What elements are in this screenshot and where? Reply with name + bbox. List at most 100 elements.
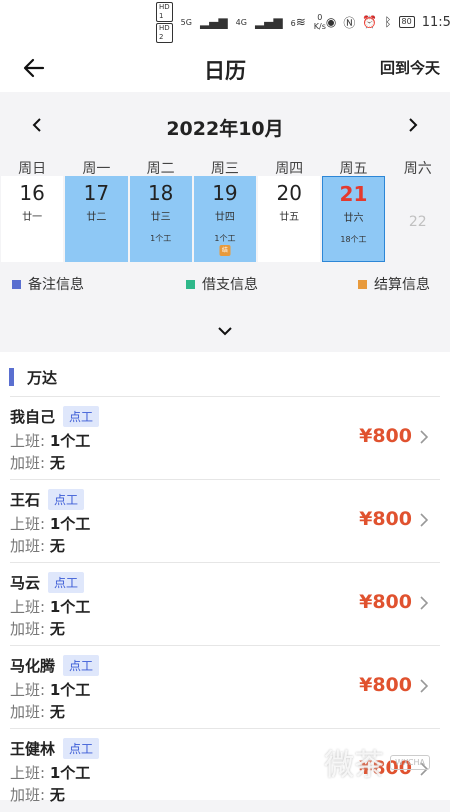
month-nav: 2022年10月 bbox=[0, 110, 450, 140]
list-item[interactable]: 马云 点工 上班: 1个工 加班: 无 ¥800 bbox=[0, 563, 450, 646]
signal-bars-icon: ▂▄▆ bbox=[254, 15, 283, 29]
loan-color-icon bbox=[186, 279, 195, 289]
expand-calendar-button[interactable] bbox=[210, 320, 240, 342]
legend-loan: 借支信息 bbox=[186, 274, 258, 294]
week-row: 16 廿一 17 廿二 18 廿三 1个工 19 廿四 1个工 结 20 廿五 … bbox=[0, 176, 450, 262]
day-cell-16[interactable]: 16 廿一 bbox=[0, 176, 64, 262]
note-color-icon bbox=[12, 279, 21, 289]
watermark: 微茶 WXCHA bbox=[324, 740, 430, 784]
day-number: 22 bbox=[408, 214, 427, 230]
section-accent bbox=[9, 368, 14, 386]
shift-label: 上班: bbox=[10, 432, 46, 450]
sim2-badge: HD 2 bbox=[156, 22, 173, 43]
overtime-label: 加班: bbox=[10, 620, 46, 638]
weekday-label: 周二 bbox=[146, 161, 175, 177]
weekday-label: 周日 bbox=[18, 161, 47, 177]
signal-4g-icon: 4G bbox=[235, 17, 247, 27]
weekday-label: 周六 bbox=[403, 161, 432, 177]
day-cell-17[interactable]: 17 廿二 bbox=[64, 176, 128, 262]
legend-note: 备注信息 bbox=[12, 274, 84, 294]
overtime-value: 无 bbox=[49, 703, 65, 721]
shift-value: 1个工 bbox=[49, 598, 91, 616]
list-item[interactable]: 我自己 点工 上班: 1个工 加班: 无 ¥800 bbox=[0, 397, 450, 480]
shift-value: 1个工 bbox=[49, 432, 91, 450]
app-header: 日历 回到今天 bbox=[0, 44, 450, 92]
signal-indicators: HD 1 HD 2 5G ▂▄▆ 4G ▂▄▆ 6≋ 0 K/s bbox=[156, 1, 326, 43]
day-number: 19 bbox=[212, 181, 238, 205]
watermark-box: WXCHA bbox=[390, 754, 430, 770]
overtime-value: 无 bbox=[49, 454, 65, 472]
worker-list: 万达 我自己 点工 上班: 1个工 加班: 无 ¥800 王石 点工 上班: 1… bbox=[0, 352, 450, 804]
back-to-today-button[interactable]: 回到今天 bbox=[380, 57, 440, 78]
work-type-badge: 点工 bbox=[63, 738, 100, 759]
settlement-tag: 结 bbox=[219, 245, 231, 256]
day-number: 18 bbox=[147, 181, 174, 205]
day-cell-20[interactable]: 20 廿五 bbox=[257, 176, 321, 262]
worker-name: 王石 bbox=[10, 491, 41, 509]
next-month-button[interactable] bbox=[398, 110, 428, 140]
work-count: 18个工 bbox=[340, 235, 367, 244]
legend-settlement: 结算信息 bbox=[358, 274, 430, 294]
shift-value: 1个工 bbox=[49, 681, 91, 699]
wage-amount: ¥800 bbox=[359, 674, 412, 696]
weekday-label: 周四 bbox=[275, 161, 304, 177]
sim1-badge: HD 1 bbox=[156, 1, 173, 22]
lunar-date: 廿五 bbox=[279, 212, 300, 223]
status-bar: HD 1 HD 2 5G ▂▄▆ 4G ▂▄▆ 6≋ 0 K/s ◉ Ⓝ ⏰ ᛒ… bbox=[0, 0, 450, 44]
watermark-text: 微茶 bbox=[324, 748, 385, 783]
lunar-date: 廿三 bbox=[150, 212, 171, 223]
bluetooth-icon: ᛒ bbox=[384, 15, 392, 29]
legend-label: 借支信息 bbox=[202, 277, 258, 293]
day-cell-21-selected[interactable]: 21 廿六 18个工 bbox=[321, 176, 385, 262]
overtime-line: 加班: 无 bbox=[10, 452, 65, 473]
overtime-line: 加班: 无 bbox=[10, 784, 65, 805]
day-number: 17 bbox=[83, 181, 110, 205]
shift-line: 上班: 1个工 bbox=[10, 430, 90, 451]
status-icons: ◉ Ⓝ ⏰ ᛒ 80 11:51 bbox=[326, 14, 450, 31]
work-count: 1个工 bbox=[214, 234, 236, 243]
legend: 备注信息 借支信息 结算信息 bbox=[0, 274, 450, 294]
overtime-label: 加班: bbox=[10, 537, 46, 555]
overtime-label: 加班: bbox=[10, 703, 46, 721]
overtime-value: 无 bbox=[49, 537, 65, 555]
work-type-badge: 点工 bbox=[48, 572, 85, 593]
overtime-line: 加班: 无 bbox=[10, 618, 65, 639]
calendar: 2022年10月 周日 周一 周二 周三 周四 周五 周六 16 廿一 17 廿… bbox=[0, 92, 450, 350]
list-item[interactable]: 马化腾 点工 上班: 1个工 加班: 无 ¥800 bbox=[0, 646, 450, 729]
day-cell-19[interactable]: 19 廿四 1个工 结 bbox=[193, 176, 257, 262]
name-line: 王石 点工 bbox=[10, 489, 85, 510]
list-item[interactable]: 王石 点工 上班: 1个工 加班: 无 ¥800 bbox=[0, 480, 450, 563]
overtime-value: 无 bbox=[49, 620, 65, 638]
worker-name: 马化腾 bbox=[10, 657, 56, 675]
overtime-label: 加班: bbox=[10, 454, 46, 472]
signal-bars-icon: ▂▄▆ bbox=[199, 15, 228, 29]
name-line: 马云 点工 bbox=[10, 572, 85, 593]
shift-line: 上班: 1个工 bbox=[10, 762, 90, 783]
chevron-right-icon bbox=[420, 510, 434, 530]
work-type-badge: 点工 bbox=[63, 655, 100, 676]
shift-label: 上班: bbox=[10, 764, 46, 782]
weekday-label: 周三 bbox=[210, 161, 239, 177]
worker-name: 我自己 bbox=[10, 408, 56, 426]
signal-5g-icon: 5G bbox=[180, 17, 192, 27]
lunar-date: 廿六 bbox=[343, 213, 364, 224]
overtime-value: 无 bbox=[49, 786, 65, 804]
alarm-icon: ⏰ bbox=[362, 15, 378, 29]
eye-icon: ◉ bbox=[325, 15, 337, 29]
chevron-down-icon bbox=[218, 326, 232, 335]
day-cell-18[interactable]: 18 廿三 1个工 bbox=[129, 176, 193, 262]
shift-line: 上班: 1个工 bbox=[10, 679, 90, 700]
legend-label: 备注信息 bbox=[28, 277, 84, 293]
day-number: 20 bbox=[276, 181, 302, 205]
shift-value: 1个工 bbox=[49, 515, 91, 533]
chevron-right-icon bbox=[420, 593, 434, 613]
worker-name: 王健林 bbox=[10, 740, 56, 758]
shift-label: 上班: bbox=[10, 515, 46, 533]
lunar-date: 廿一 bbox=[22, 212, 43, 223]
wage-amount: ¥800 bbox=[359, 508, 412, 530]
work-type-badge: 点工 bbox=[63, 406, 100, 427]
shift-line: 上班: 1个工 bbox=[10, 596, 90, 617]
day-cell-22[interactable]: 22 bbox=[386, 176, 450, 262]
wifi-icon: 6≋ bbox=[290, 15, 306, 29]
month-label: 2022年10月 bbox=[166, 118, 284, 140]
